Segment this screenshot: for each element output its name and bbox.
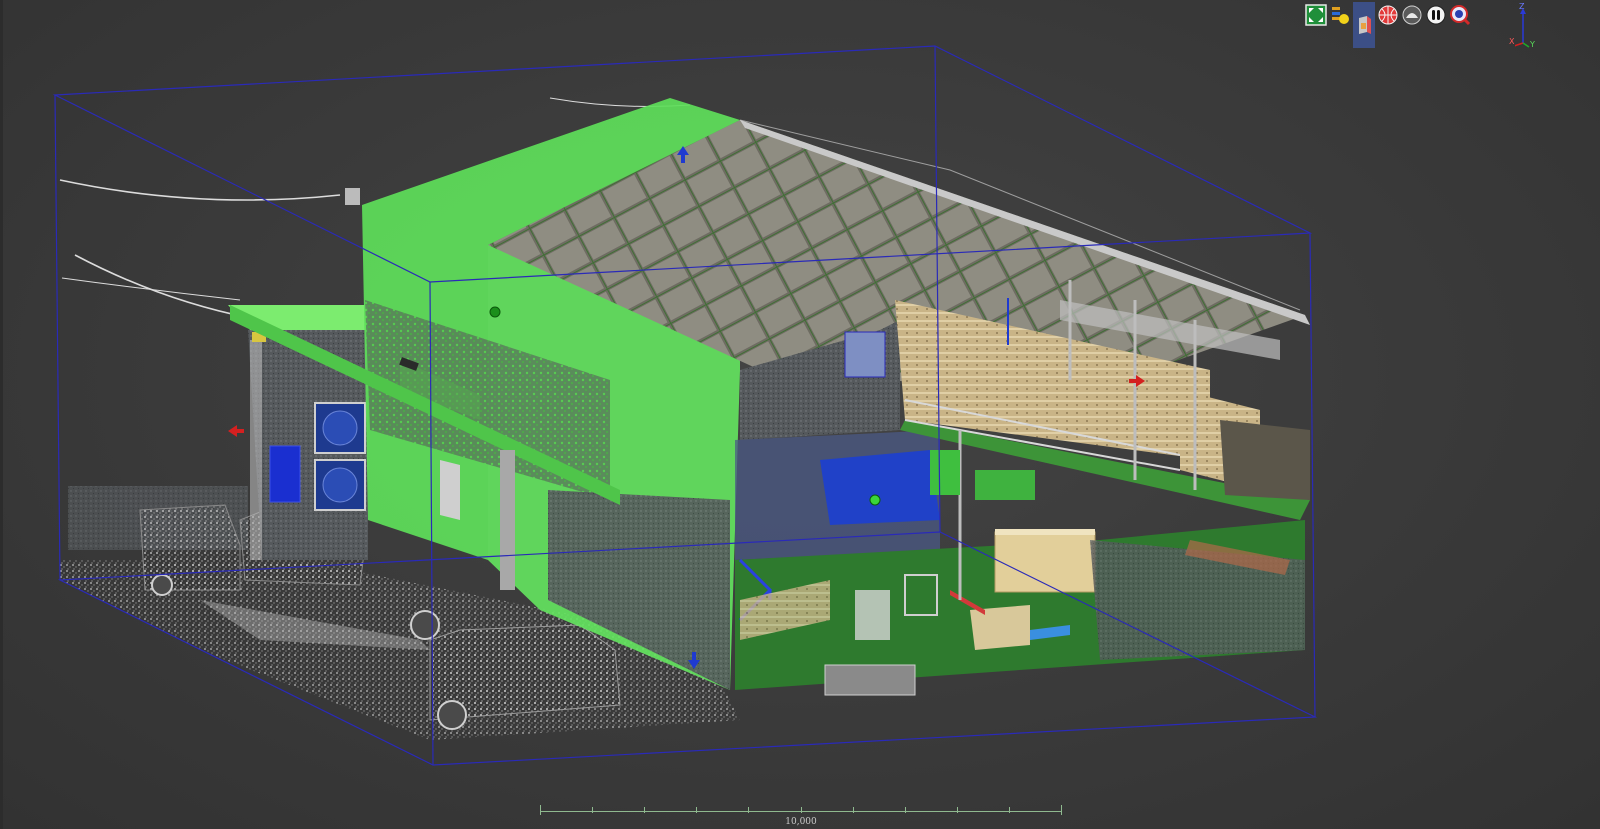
scale-tick — [801, 807, 802, 813]
walk-button[interactable] — [1425, 4, 1447, 26]
axis-x-label: X — [1509, 37, 1515, 46]
handle-back — [869, 494, 881, 506]
axis-z-label: Z — [1519, 2, 1525, 11]
walk-icon — [1426, 5, 1446, 25]
axis-y-label: Y — [1530, 40, 1535, 49]
layers-button[interactable] — [1329, 4, 1351, 26]
scale-tick — [905, 807, 906, 813]
scale-tick — [1061, 805, 1062, 815]
handle-front — [489, 306, 501, 318]
zoom-extents-icon — [1305, 4, 1327, 26]
handle-left — [228, 425, 244, 437]
scale-tick — [592, 807, 593, 813]
3d-viewport[interactable]: Z X Y 10,000 — [0, 0, 1600, 829]
scale-tick — [644, 807, 645, 813]
scale-tick — [748, 807, 749, 813]
clipping-box-icon — [1359, 16, 1371, 34]
magnifier-icon — [1450, 5, 1471, 26]
helmet-icon — [1402, 5, 1422, 25]
scale-tick — [1009, 807, 1010, 813]
scale-tick — [853, 807, 854, 813]
layers-icon — [1332, 7, 1349, 24]
scale-tick — [540, 805, 541, 815]
point-cloud-scene[interactable] — [0, 0, 1600, 829]
axis-triad: Z X Y — [1509, 2, 1575, 55]
globe-icon — [1378, 5, 1398, 25]
globe-button[interactable] — [1377, 4, 1399, 26]
view-toolbar — [1305, 2, 1471, 48]
scale-tick — [957, 807, 958, 813]
scale-tick — [696, 807, 697, 813]
scale-bar: 10,000 — [540, 805, 1062, 827]
inspect-button[interactable] — [1449, 4, 1471, 26]
pole-light — [345, 188, 360, 205]
zoom-extents-button[interactable] — [1305, 4, 1327, 26]
scale-bar-label: 10,000 — [785, 817, 817, 827]
helmet-button[interactable] — [1401, 4, 1423, 26]
clipping-box-button[interactable] — [1353, 2, 1375, 48]
